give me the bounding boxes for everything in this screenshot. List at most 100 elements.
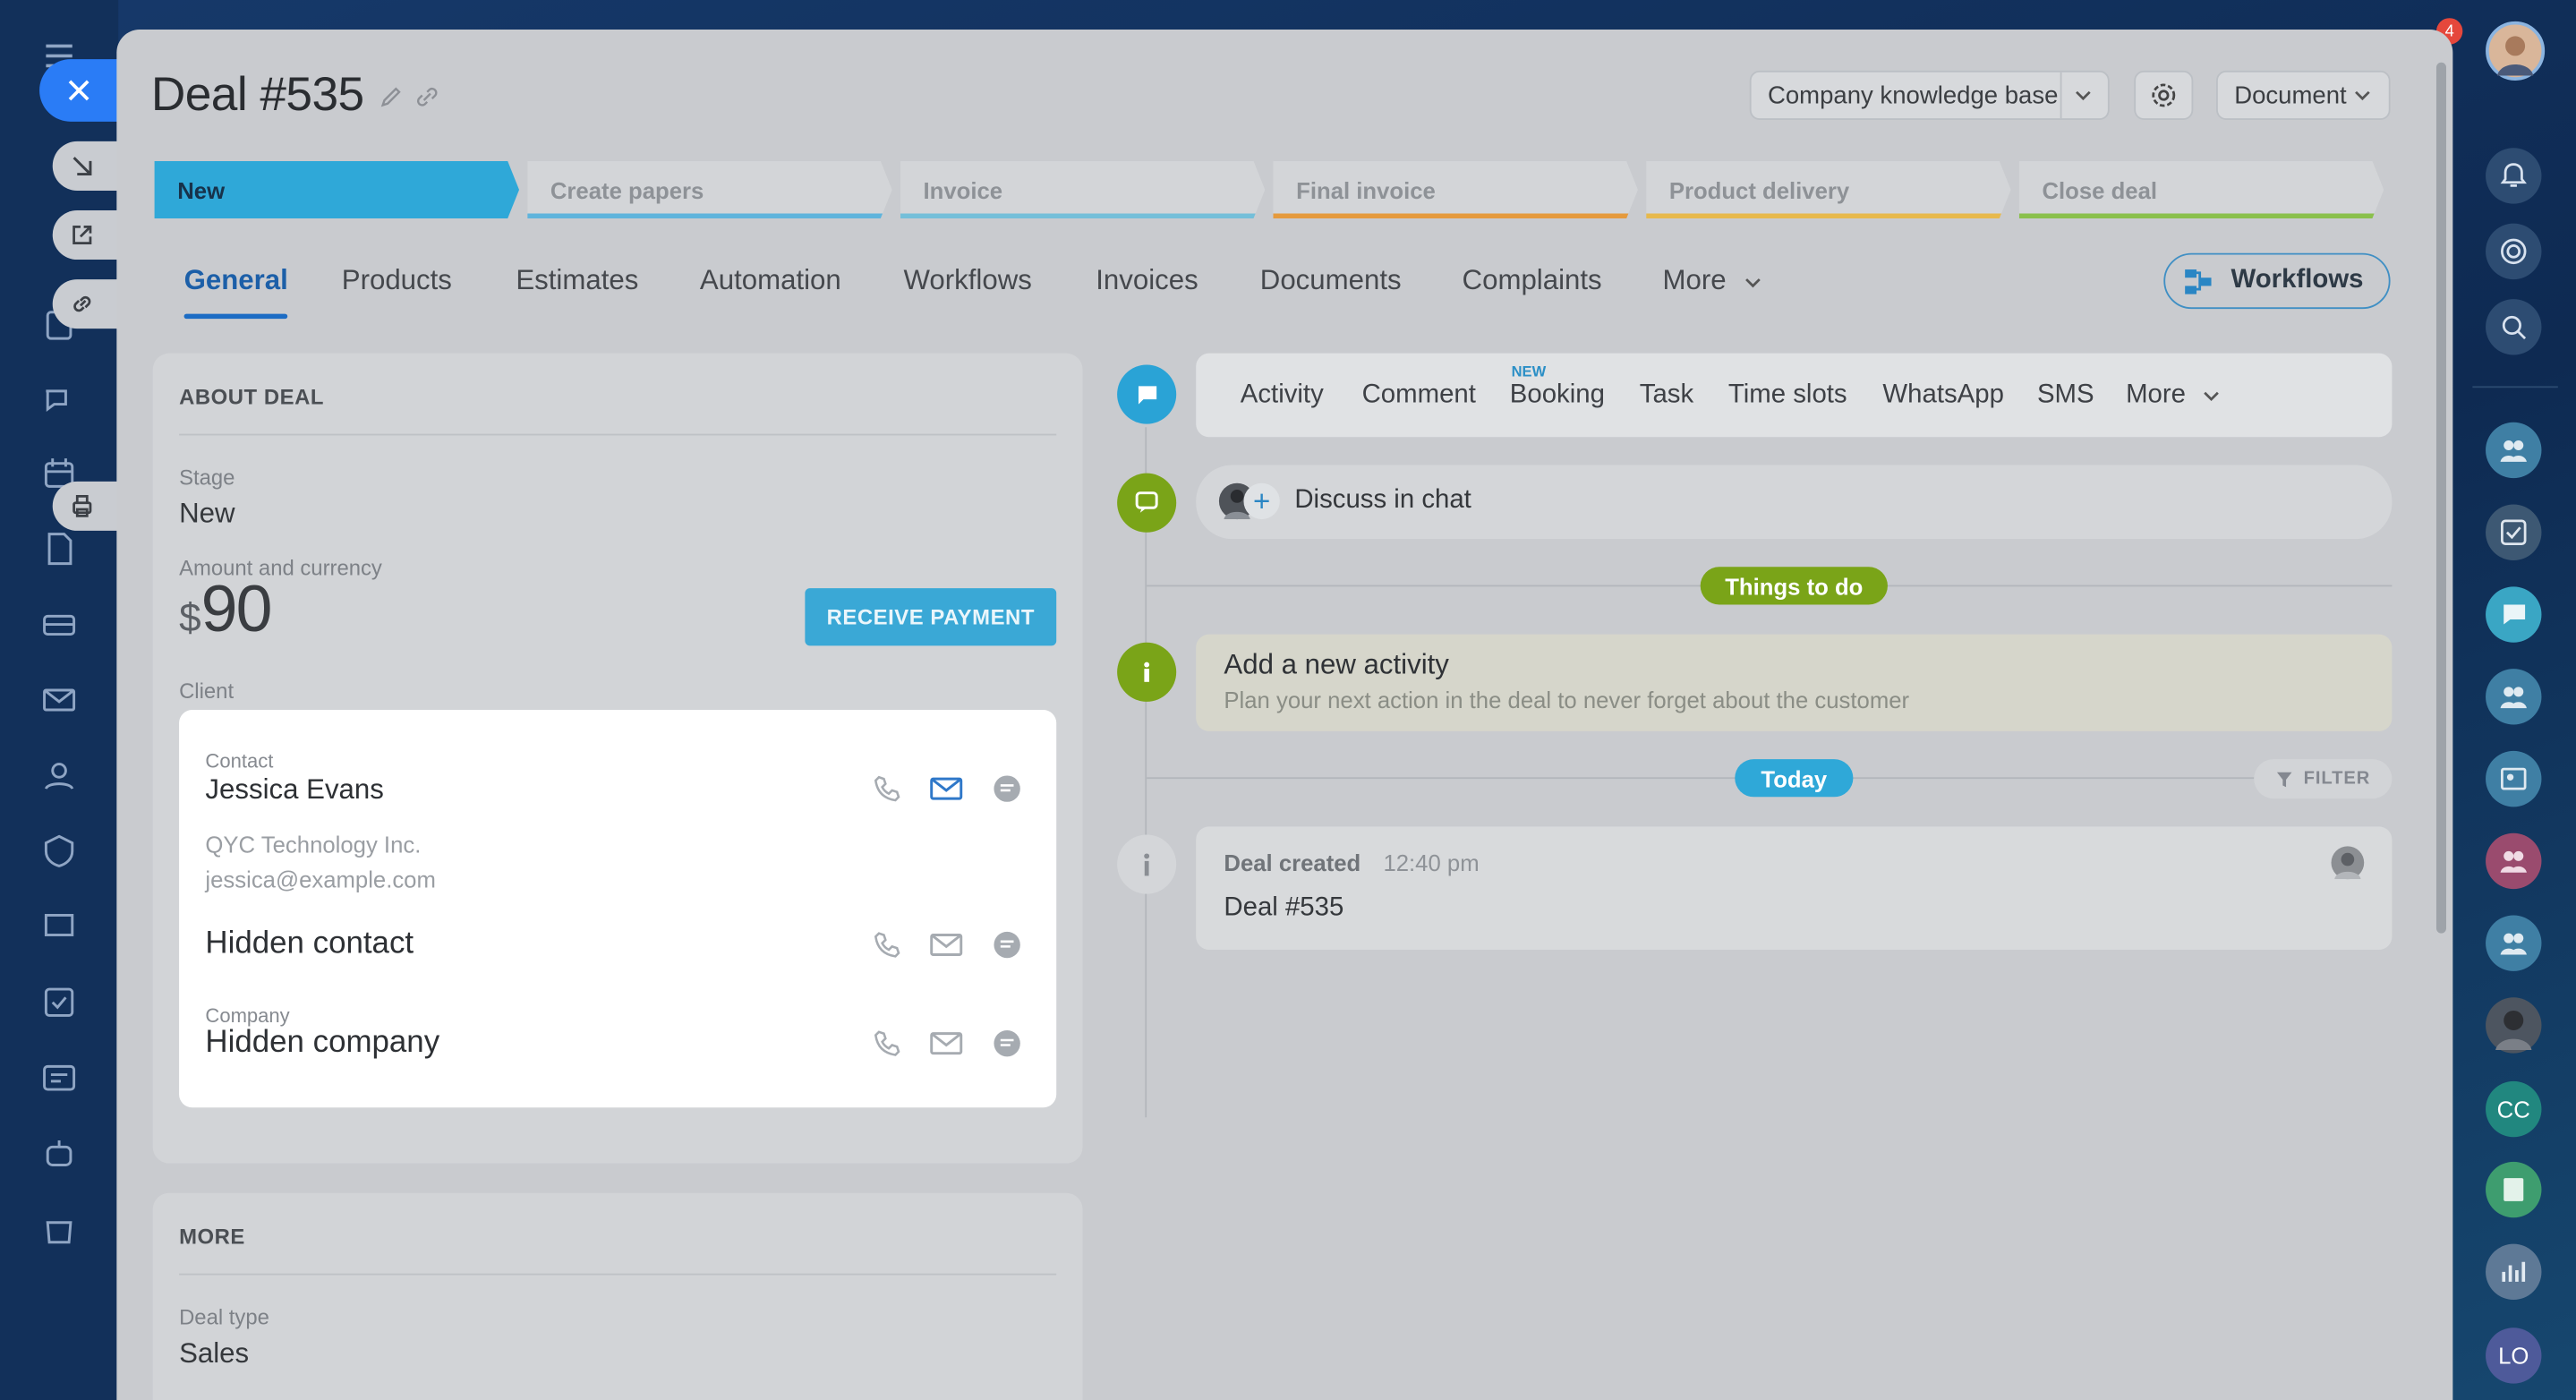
filter-icon <box>2275 770 2293 788</box>
tab-general[interactable]: General <box>183 265 289 320</box>
news-icon[interactable] <box>39 1058 79 1097</box>
contact-email[interactable]: jessica@example.com <box>205 866 435 892</box>
stage-new[interactable]: New <box>155 161 519 218</box>
security-icon[interactable] <box>39 832 79 871</box>
analytics-chat-icon[interactable] <box>2486 1243 2542 1301</box>
stage-final-invoice[interactable]: Final invoice <box>1273 161 1637 218</box>
tab-more[interactable]: More <box>1662 265 1763 298</box>
event-title: Deal created <box>1224 849 1361 876</box>
task-chat-icon[interactable] <box>2486 504 2542 560</box>
phone-icon[interactable] <box>871 928 904 961</box>
tab-workflows[interactable]: Workflows <box>904 265 1032 298</box>
composer-tab-activity[interactable]: Activity <box>1241 381 1324 411</box>
robot-icon[interactable] <box>39 1134 79 1174</box>
search-chat-icon[interactable] <box>2486 299 2542 355</box>
edit-title-icon[interactable] <box>380 85 403 108</box>
minimize-button[interactable] <box>52 141 119 191</box>
composer-tab-booking[interactable]: Booking <box>1510 381 1605 411</box>
copy-link-icon[interactable] <box>414 85 440 108</box>
open-new-window-button[interactable] <box>52 209 119 260</box>
stage-value[interactable]: New <box>179 498 235 531</box>
crm-screen: 4 CC LO Deal #535 Company knowledge base <box>0 0 2576 1400</box>
sales-chat-icon[interactable] <box>2486 832 2542 890</box>
initials-avatar-lo[interactable]: LO <box>2486 1327 2542 1384</box>
sites-icon[interactable] <box>39 907 79 946</box>
scrollbar[interactable] <box>2435 62 2446 934</box>
document-chat-icon[interactable] <box>2486 1161 2542 1218</box>
amount-value[interactable]: $90 <box>179 573 273 648</box>
contact-company[interactable]: QYC Technology Inc. <box>205 832 421 858</box>
mail-icon[interactable] <box>39 680 79 720</box>
stage-product-delivery[interactable]: Product delivery <box>1646 161 2010 218</box>
crm-icon[interactable] <box>39 605 79 645</box>
add-participant-icon[interactable]: + <box>1243 482 1280 520</box>
mail-icon[interactable] <box>928 930 964 960</box>
phone-icon[interactable] <box>871 1027 904 1060</box>
team-chat-icon[interactable] <box>2486 669 2542 725</box>
filter-button[interactable]: FILTER <box>2254 759 2393 799</box>
document-dropdown[interactable]: Document <box>2216 70 2391 121</box>
target-icon[interactable] <box>2486 223 2542 280</box>
event-time: 12:40 pm <box>1383 849 1480 876</box>
workflows-button-label: Workflows <box>2231 266 2364 295</box>
market-icon[interactable] <box>39 1209 79 1249</box>
deal-type-value[interactable]: Sales <box>179 1337 249 1370</box>
settings-button[interactable] <box>2134 70 2194 121</box>
stage-create-papers[interactable]: Create papers <box>527 161 891 218</box>
chat-bubble-icon[interactable] <box>993 1029 1022 1058</box>
checklist-icon[interactable] <box>39 983 79 1022</box>
composer-tab-comment[interactable]: Comment <box>1362 381 1476 411</box>
general-chat-icon[interactable] <box>2486 586 2542 643</box>
close-slider-button[interactable] <box>39 59 122 122</box>
contact-card-icon[interactable] <box>2486 750 2542 807</box>
stage-invoice[interactable]: Invoice <box>900 161 1265 218</box>
discuss-in-chat-row[interactable]: + Discuss in chat <box>1196 465 2393 540</box>
tab-invoices[interactable]: Invoices <box>1096 265 1198 298</box>
chevron-down-icon <box>2201 386 2221 405</box>
workflows-button[interactable]: Workflows <box>2163 252 2391 310</box>
composer-tab-whatsapp[interactable]: WhatsApp <box>1882 381 2003 411</box>
composer-tab-sms[interactable]: SMS <box>2037 381 2094 411</box>
notifications-bell-icon[interactable] <box>2486 148 2542 204</box>
mail-icon[interactable] <box>928 774 964 804</box>
chat-bubble-icon[interactable] <box>993 774 1022 804</box>
more-divider <box>179 1273 1057 1276</box>
today-badge: Today <box>1735 759 1854 798</box>
amount-number: 90 <box>200 573 273 646</box>
tab-estimates[interactable]: Estimates <box>516 265 638 298</box>
timeline-info-dot <box>1117 642 1177 702</box>
event-author-avatar[interactable] <box>2331 846 2365 880</box>
client-card: Contact Jessica Evans QYC Technology Inc… <box>179 710 1057 1108</box>
initials-avatar-cc[interactable]: CC <box>2486 1080 2542 1138</box>
composer-tab-time-slots[interactable]: Time slots <box>1728 381 1847 411</box>
copy-link-button[interactable] <box>52 279 119 329</box>
documents-icon[interactable] <box>39 529 79 568</box>
tab-products[interactable]: Products <box>342 265 452 298</box>
client-label: Client <box>179 679 235 704</box>
composer-tab-task[interactable]: Task <box>1640 381 1693 411</box>
support-chat-icon[interactable] <box>2486 915 2542 971</box>
phone-icon[interactable] <box>871 773 904 806</box>
contact-photo-avatar[interactable] <box>2486 997 2542 1054</box>
knowledge-base-dropdown[interactable]: Company knowledge base <box>1749 70 2110 121</box>
chat-icon[interactable] <box>39 381 79 421</box>
tab-automation[interactable]: Automation <box>700 265 841 298</box>
employees-icon[interactable] <box>39 755 79 795</box>
contact-name[interactable]: Jessica Evans <box>205 774 383 807</box>
add-activity-card[interactable]: Add a new activity Plan your next action… <box>1196 634 2393 731</box>
tab-documents[interactable]: Documents <box>1260 265 1402 298</box>
stage-label: Invoice <box>923 176 1003 203</box>
group-chat-icon[interactable] <box>2486 422 2542 479</box>
rbar-divider <box>2472 386 2558 388</box>
chat-bubble-icon[interactable] <box>993 930 1022 960</box>
mail-icon[interactable] <box>928 1029 964 1058</box>
hidden-contact: Hidden contact <box>205 926 414 961</box>
receive-payment-button[interactable]: RECEIVE PAYMENT <box>805 588 1057 646</box>
user-avatar[interactable] <box>2486 21 2546 81</box>
tab-complaints[interactable]: Complaints <box>1463 265 1602 298</box>
print-button[interactable] <box>52 481 119 531</box>
event-body[interactable]: Deal #535 <box>1224 894 1343 924</box>
composer-tab-more[interactable]: More <box>2126 381 2221 411</box>
stage-close-deal[interactable]: Close deal <box>2019 161 2384 218</box>
print-icon <box>69 493 95 519</box>
